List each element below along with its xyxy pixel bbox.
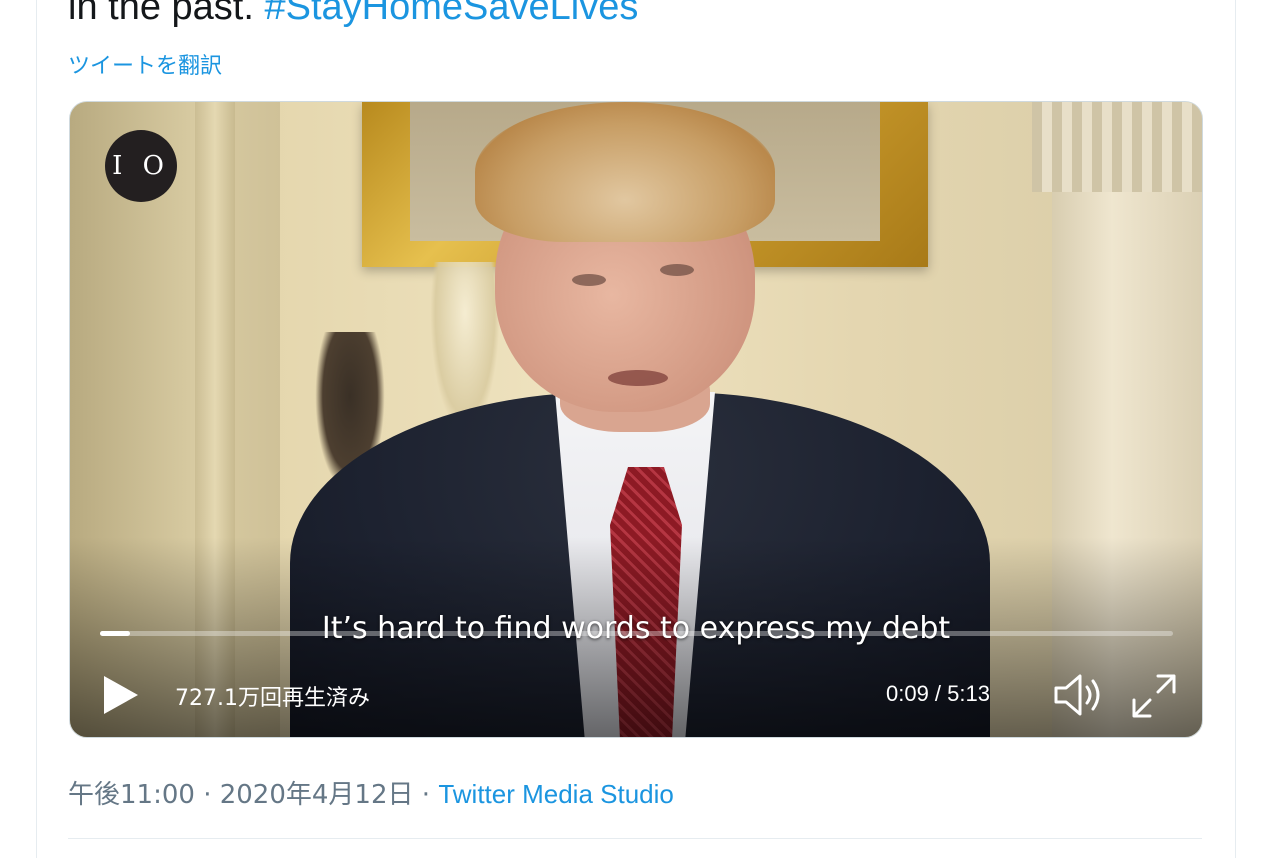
play-icon <box>104 676 138 714</box>
fullscreen-icon <box>1132 674 1176 718</box>
fullscreen-button[interactable] <box>1130 672 1178 720</box>
tweet-source-link[interactable]: Twitter Media Studio <box>438 779 674 809</box>
hashtag-link[interactable]: #StayHomeSaveLives <box>264 0 638 28</box>
video-progress-bar[interactable] <box>100 631 1173 636</box>
volume-button[interactable] <box>1052 672 1104 718</box>
video-progress-fill <box>100 631 131 636</box>
tweet-text: in the past. #StayHomeSaveLives <box>68 0 638 30</box>
translate-tweet-link[interactable]: ツイートを翻訳 <box>68 48 222 80</box>
tweet-text-body: in the past. <box>68 0 265 28</box>
tweet-metadata: 午後11:00 · 2020年4月12日 · Twitter Media Stu… <box>68 774 674 811</box>
view-count: 727.1万回再生済み <box>175 686 370 711</box>
video-caption: It’s hard to find words to express my de… <box>321 611 951 646</box>
divider <box>68 838 1202 839</box>
play-button[interactable] <box>100 672 142 718</box>
tweet-timestamp[interactable]: 午後11:00 · 2020年4月12日 · <box>68 780 438 810</box>
channel-logo: I O <box>105 130 177 202</box>
volume-icon <box>1054 674 1100 716</box>
video-time: 0:09 / 5:13 <box>886 681 990 706</box>
